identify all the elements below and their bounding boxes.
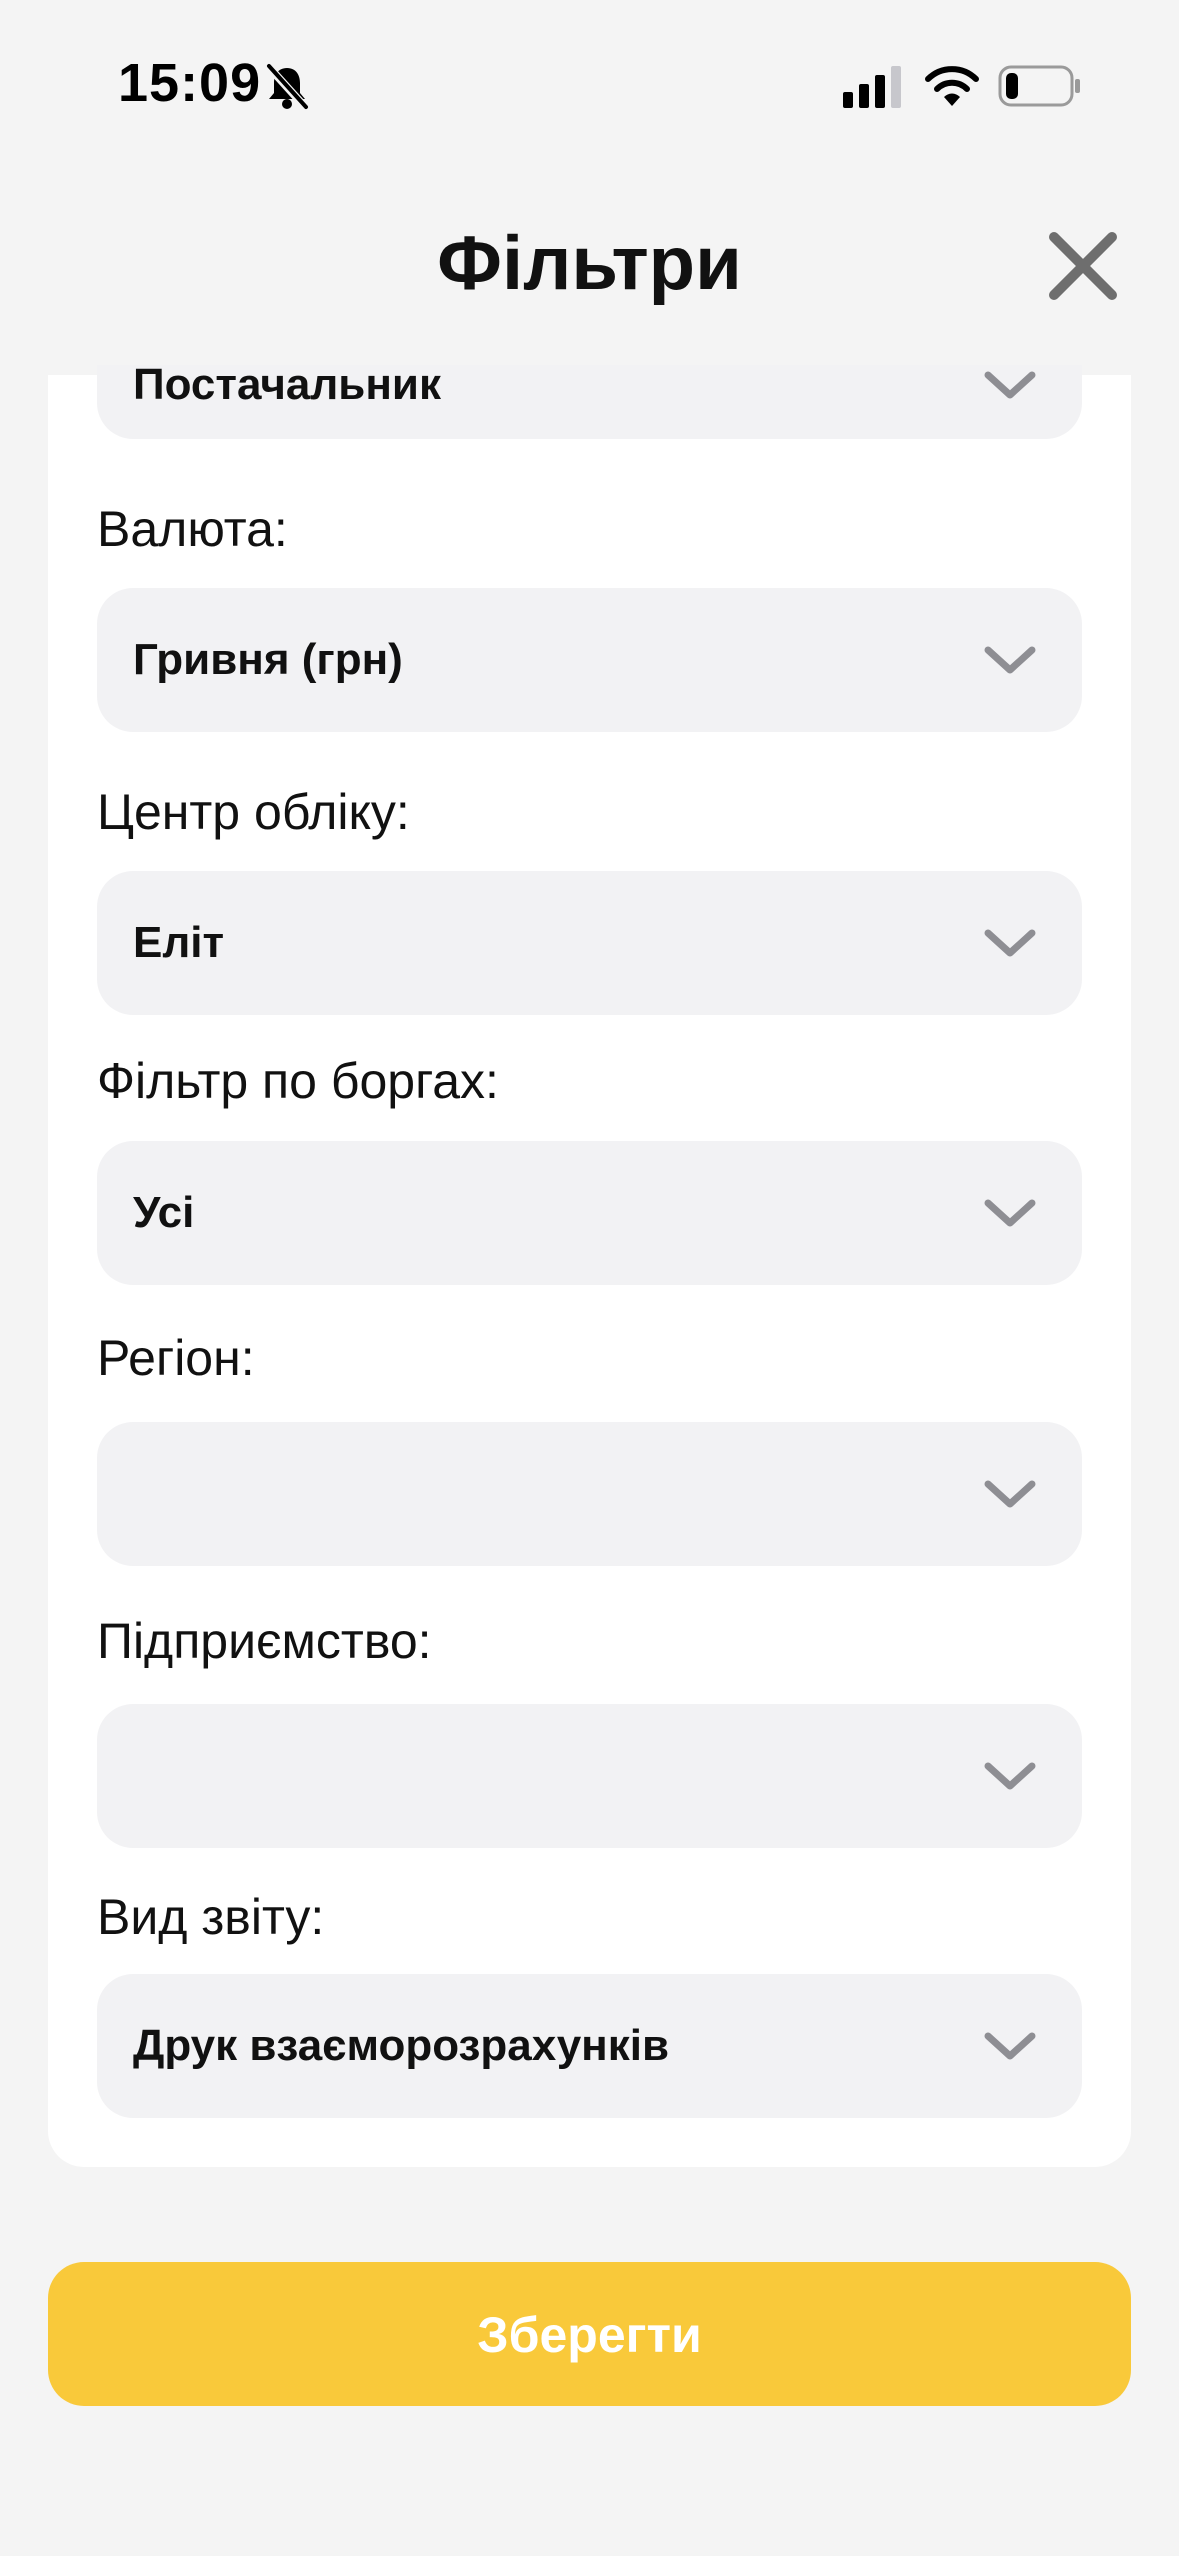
- report-type-select[interactable]: Друк взаєморозрахунків: [97, 1974, 1082, 2118]
- currency-select[interactable]: Гривня (грн): [97, 588, 1082, 732]
- battery-icon: [998, 65, 1080, 107]
- chevron-down-icon: [984, 1480, 1036, 1508]
- page-title: Фільтри: [437, 221, 742, 306]
- enterprise-select[interactable]: [97, 1704, 1082, 1848]
- chevron-down-icon: [984, 1199, 1036, 1227]
- report-type-select-value: Друк взаєморозрахунків: [133, 2021, 670, 2070]
- enterprise-label: Підприємство:: [97, 1613, 432, 1669]
- save-button[interactable]: Зберегти: [48, 2262, 1131, 2406]
- accounting-center-label: Центр обліку:: [97, 784, 410, 840]
- status-bar: 15:09: [0, 0, 1179, 175]
- bell-slash-icon: [265, 63, 309, 111]
- accounting-center-select[interactable]: Еліт: [97, 871, 1082, 1015]
- wifi-icon: [925, 66, 979, 106]
- close-icon[interactable]: [1042, 225, 1124, 307]
- debt-filter-label: Фільтр по боргах:: [97, 1053, 499, 1109]
- debt-filter-select[interactable]: Усі: [97, 1141, 1082, 1285]
- filters-card: Постачальник Валюта: Гривня (грн) Центр …: [48, 365, 1131, 2167]
- region-label: Регіон:: [97, 1330, 255, 1386]
- accounting-center-select-value: Еліт: [133, 918, 225, 967]
- signal-icon: [843, 66, 901, 108]
- region-select[interactable]: [97, 1422, 1082, 1566]
- supplier-select[interactable]: Постачальник: [97, 365, 1082, 439]
- header: Фільтри: [0, 175, 1179, 375]
- currency-label: Валюта:: [97, 501, 288, 557]
- report-type-label: Вид звіту:: [97, 1889, 325, 1945]
- debt-filter-select-value: Усі: [133, 1188, 195, 1237]
- chevron-down-icon: [984, 371, 1036, 399]
- chevron-down-icon: [984, 1762, 1036, 1790]
- supplier-select-value: Постачальник: [133, 365, 441, 409]
- status-time: 15:09: [118, 53, 262, 113]
- chevron-down-icon: [984, 646, 1036, 674]
- chevron-down-icon: [984, 2032, 1036, 2060]
- currency-select-value: Гривня (грн): [133, 635, 403, 684]
- chevron-down-icon: [984, 929, 1036, 957]
